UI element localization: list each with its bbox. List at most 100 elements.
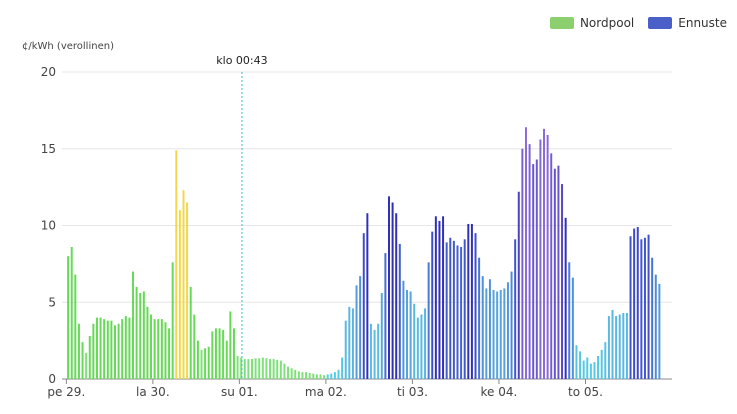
bar-ennuste[interactable] <box>341 357 344 379</box>
bar-nordpool[interactable] <box>200 349 203 379</box>
bar-ennuste[interactable] <box>380 293 383 379</box>
bar-ennuste[interactable] <box>348 306 351 379</box>
bar-ennuste[interactable] <box>496 291 499 379</box>
bar-ennuste[interactable] <box>571 277 574 379</box>
bar-ennuste[interactable] <box>600 349 603 379</box>
bar-ennuste[interactable] <box>377 323 380 379</box>
bar-nordpool[interactable] <box>182 190 185 379</box>
bar-ennuste[interactable] <box>561 184 564 379</box>
bar-ennuste[interactable] <box>333 372 336 379</box>
bar-nordpool[interactable] <box>287 366 290 379</box>
bar-ennuste[interactable] <box>351 308 354 379</box>
bar-nordpool[interactable] <box>189 286 192 379</box>
bar-nordpool[interactable] <box>323 375 326 379</box>
bar-nordpool[interactable] <box>70 246 73 379</box>
bar-nordpool[interactable] <box>77 323 80 379</box>
bar-ennuste[interactable] <box>568 262 571 379</box>
bar-ennuste[interactable] <box>470 223 473 379</box>
bar-nordpool[interactable] <box>204 348 207 379</box>
bar-ennuste[interactable] <box>658 283 661 379</box>
bar-ennuste[interactable] <box>622 312 625 379</box>
bar-nordpool[interactable] <box>121 319 124 379</box>
bar-ennuste[interactable] <box>438 220 441 379</box>
bar-nordpool[interactable] <box>67 256 70 379</box>
bar-nordpool[interactable] <box>128 317 131 379</box>
bar-ennuste[interactable] <box>442 216 445 379</box>
bar-ennuste[interactable] <box>420 314 423 379</box>
bar-nordpool[interactable] <box>294 369 297 379</box>
bar-ennuste[interactable] <box>586 357 589 379</box>
bar-nordpool[interactable] <box>312 373 315 379</box>
bar-nordpool[interactable] <box>254 358 257 379</box>
bar-nordpool[interactable] <box>232 328 235 379</box>
bar-ennuste[interactable] <box>409 291 412 379</box>
bar-nordpool[interactable] <box>150 314 153 379</box>
bar-nordpool[interactable] <box>88 336 91 379</box>
bar-nordpool[interactable] <box>319 374 322 379</box>
bar-nordpool[interactable] <box>106 320 109 379</box>
bar-nordpool[interactable] <box>207 346 210 379</box>
bar-ennuste[interactable] <box>366 213 369 379</box>
bar-nordpool[interactable] <box>297 371 300 379</box>
bar-ennuste[interactable] <box>625 312 628 379</box>
bar-ennuste[interactable] <box>456 245 459 379</box>
bar-nordpool[interactable] <box>139 293 142 379</box>
bar-nordpool[interactable] <box>218 328 221 379</box>
bar-nordpool[interactable] <box>178 210 181 379</box>
bar-ennuste[interactable] <box>344 320 347 379</box>
bar-nordpool[interactable] <box>186 202 189 379</box>
bar-nordpool[interactable] <box>247 359 250 379</box>
legend-item-nordpool[interactable]: Nordpool <box>549 16 634 30</box>
bar-ennuste[interactable] <box>633 228 636 379</box>
bar-ennuste[interactable] <box>553 168 556 379</box>
bar-ennuste[interactable] <box>452 240 455 379</box>
bar-ennuste[interactable] <box>326 374 329 379</box>
bar-nordpool[interactable] <box>225 340 228 379</box>
bar-nordpool[interactable] <box>315 374 318 379</box>
bar-ennuste[interactable] <box>434 216 437 379</box>
bar-ennuste[interactable] <box>564 217 567 379</box>
bar-nordpool[interactable] <box>251 359 253 379</box>
bar-ennuste[interactable] <box>416 317 419 379</box>
bar-nordpool[interactable] <box>243 359 246 379</box>
bar-nordpool[interactable] <box>175 150 178 379</box>
bar-nordpool[interactable] <box>124 316 127 379</box>
bar-nordpool[interactable] <box>279 360 282 379</box>
bar-nordpool[interactable] <box>211 331 214 379</box>
bar-ennuste[interactable] <box>337 369 340 379</box>
bar-ennuste[interactable] <box>615 316 618 379</box>
bar-ennuste[interactable] <box>593 362 596 379</box>
bar-ennuste[interactable] <box>359 276 362 379</box>
bar-ennuste[interactable] <box>424 308 427 379</box>
bar-nordpool[interactable] <box>222 329 225 379</box>
bar-nordpool[interactable] <box>276 359 279 379</box>
bar-ennuste[interactable] <box>557 165 560 379</box>
bar-nordpool[interactable] <box>117 323 120 379</box>
bar-nordpool[interactable] <box>146 306 149 379</box>
bar-ennuste[interactable] <box>510 271 513 379</box>
legend-item-ennuste[interactable]: Ennuste <box>648 16 727 30</box>
bar-ennuste[interactable] <box>521 148 524 379</box>
bar-ennuste[interactable] <box>388 196 390 379</box>
bar-nordpool[interactable] <box>132 271 135 379</box>
bar-ennuste[interactable] <box>654 274 657 379</box>
bar-ennuste[interactable] <box>636 227 639 379</box>
bar-nordpool[interactable] <box>164 322 167 379</box>
bar-ennuste[interactable] <box>546 134 549 379</box>
bar-ennuste[interactable] <box>503 288 506 379</box>
bar-ennuste[interactable] <box>517 191 520 379</box>
bar-ennuste[interactable] <box>604 342 607 379</box>
bar-ennuste[interactable] <box>651 257 654 379</box>
bar-ennuste[interactable] <box>488 279 491 379</box>
bar-ennuste[interactable] <box>406 289 409 379</box>
bar-nordpool[interactable] <box>283 363 286 379</box>
bar-ennuste[interactable] <box>535 159 538 379</box>
bar-ennuste[interactable] <box>398 243 401 379</box>
bar-ennuste[interactable] <box>449 237 452 379</box>
bar-ennuste[interactable] <box>395 213 398 379</box>
bar-nordpool[interactable] <box>290 368 293 379</box>
bar-nordpool[interactable] <box>74 274 77 379</box>
bar-nordpool[interactable] <box>196 340 199 379</box>
bar-ennuste[interactable] <box>369 323 372 379</box>
bar-nordpool[interactable] <box>214 328 217 379</box>
